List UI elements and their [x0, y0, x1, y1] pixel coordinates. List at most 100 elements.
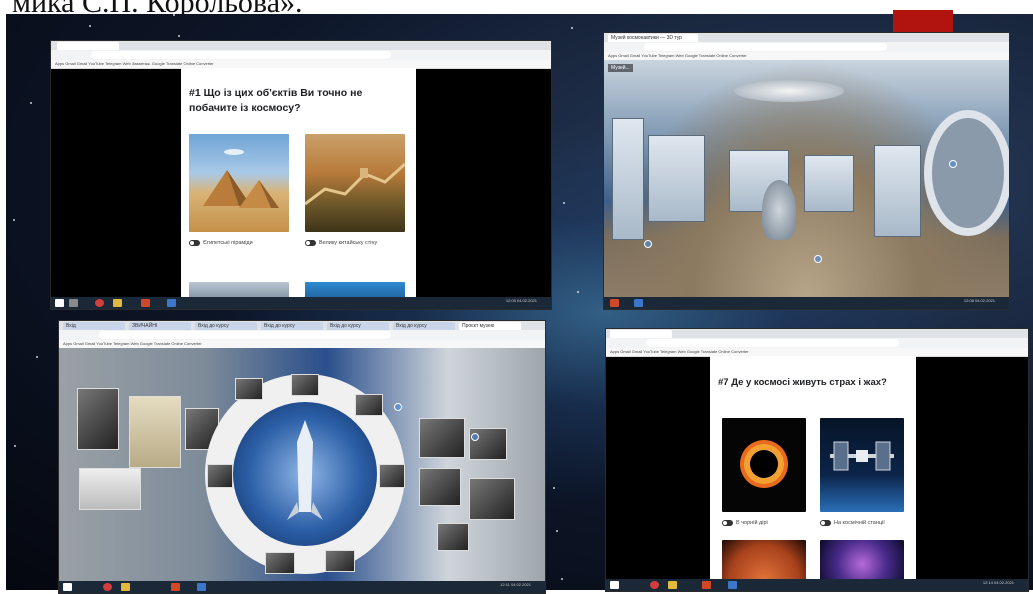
screenshot-quiz-1: Apps Gmail Gmail YouTube Telegram Web За… — [50, 40, 552, 310]
option-toggle-2[interactable] — [820, 520, 831, 526]
option-image-3[interactable] — [189, 282, 289, 297]
exhibit-photo — [291, 374, 319, 396]
ceiling-lamp — [734, 80, 844, 102]
option-label-2: На космічній станції — [834, 520, 885, 526]
app-icon[interactable] — [634, 299, 643, 307]
star — [571, 27, 573, 29]
powerpoint-icon[interactable] — [610, 299, 619, 307]
folder-icon[interactable] — [668, 581, 677, 589]
exhibit-photo — [325, 550, 355, 572]
option-label-2: Велику китайську стіну — [319, 240, 378, 246]
browser-tabs: Музей космонавтики — 3D тур — [604, 33, 1009, 42]
address-bar[interactable] — [91, 51, 391, 59]
folder-icon[interactable] — [113, 299, 122, 307]
browser-tab[interactable]: Вхід до курсу — [195, 322, 257, 330]
star — [13, 219, 15, 221]
museum-hall-panorama[interactable]: Музей... — [604, 60, 1009, 297]
screenshot-museum-tour: Музей космонавтики — 3D тур Apps Gmail G… — [603, 32, 1010, 310]
powerpoint-icon[interactable] — [702, 581, 711, 589]
hotspot-icon[interactable] — [949, 160, 957, 168]
browser-tabs: Вхід ЗВИЧАЙНІ Вхід до курсу Вхід до курсу Вх… — [59, 321, 545, 330]
exhibit-document — [129, 396, 181, 468]
start-icon[interactable] — [55, 299, 64, 307]
pyramids-icon — [203, 149, 279, 208]
black-hole-icon — [740, 440, 788, 488]
space-station-icon — [830, 441, 894, 471]
windows-taskbar: 12:11 04.02.2021 — [59, 581, 545, 593]
exhibit-photo — [419, 418, 465, 458]
browser-tab[interactable] — [57, 42, 119, 50]
quiz-card: #7 Де у космосі живуть страх і жах? В чо… — [710, 356, 916, 579]
browser-tab[interactable]: Проєкт музею — [459, 322, 521, 330]
exhibit-photo — [419, 468, 461, 506]
browser-tab[interactable] — [610, 330, 672, 338]
windows-taskbar: 12:14 04.02.2021 — [606, 579, 1028, 591]
star — [563, 202, 565, 204]
app-icon[interactable] — [167, 299, 176, 307]
address-bar-row — [604, 42, 1009, 52]
windows-taskbar: 12:08 04.02.2021 — [604, 297, 1009, 309]
capsule-exhibit — [762, 180, 796, 240]
browser-tab[interactable]: Вхід — [63, 322, 125, 330]
address-bar[interactable] — [644, 43, 887, 51]
hotspot-icon[interactable] — [471, 433, 479, 441]
hotspot-icon[interactable] — [644, 240, 652, 248]
star — [556, 530, 558, 532]
clock: 12:11 04.02.2021 — [500, 582, 531, 587]
earth-orbit-panel — [233, 402, 377, 546]
browser-tab[interactable]: Музей космонавтики — 3D тур — [608, 34, 698, 42]
app-icon[interactable] — [728, 581, 737, 589]
star — [577, 291, 579, 293]
space-station-image[interactable] — [820, 418, 904, 512]
address-bar-row — [606, 338, 1028, 348]
address-bar[interactable] — [99, 331, 391, 339]
browser-tabs — [606, 329, 1028, 338]
exhibit-photo — [77, 388, 119, 450]
browser-tab[interactable]: Вхід до курсу — [327, 322, 389, 330]
exhibit-photo — [265, 552, 295, 574]
star — [173, 14, 175, 16]
star — [30, 102, 32, 104]
address-bar-row — [59, 330, 545, 340]
great-wall-image[interactable] — [304, 134, 407, 232]
round-exhibit-frame — [205, 374, 405, 574]
quiz-question: #7 Де у космосі живуть страх і жах? — [718, 377, 887, 388]
option-label-1: В чорній дірі — [736, 520, 768, 526]
exhibit-photo — [437, 523, 469, 551]
display-case — [648, 135, 705, 222]
browser-tab[interactable]: Вхід до курсу — [261, 322, 323, 330]
exhibit-photo — [469, 478, 515, 520]
exhibit-photo — [355, 394, 383, 416]
exhibit-document — [79, 468, 141, 510]
black-hole-image[interactable] — [722, 418, 806, 512]
tour-title-overlay: Музей... — [608, 64, 633, 72]
chrome-icon[interactable] — [95, 299, 104, 307]
option-label-1: Єгипетські піраміди — [203, 240, 253, 246]
exhibit-wall[interactable] — [59, 348, 545, 581]
browser-tabs — [51, 41, 551, 50]
browser-tab[interactable]: Вхід до курсу — [393, 322, 455, 330]
exhibit-photo — [379, 464, 405, 488]
search-icon[interactable] — [69, 299, 78, 307]
option-toggle-2[interactable] — [305, 240, 316, 246]
pyramids-image[interactable] — [189, 134, 289, 232]
star — [561, 578, 563, 580]
option-toggle-1[interactable] — [722, 520, 733, 526]
option-image-4[interactable] — [305, 282, 405, 297]
clock: 12:14 04.02.2021 — [982, 580, 1014, 585]
display-case — [804, 155, 854, 212]
hotspot-icon[interactable] — [814, 255, 822, 263]
browser-tab[interactable]: ЗВИЧАЙНІ — [129, 322, 191, 330]
nebula-image[interactable] — [820, 540, 904, 579]
chrome-icon[interactable] — [650, 581, 659, 589]
powerpoint-icon[interactable] — [141, 299, 150, 307]
start-icon[interactable] — [610, 581, 619, 589]
address-bar[interactable] — [646, 339, 900, 347]
exhibit-photo — [235, 378, 263, 400]
option-toggle-1[interactable] — [189, 240, 200, 246]
hotspot-icon[interactable] — [394, 403, 402, 411]
mars-image[interactable] — [722, 540, 806, 579]
quiz-card: #1 Що із цих об'єктів Ви точно не побачи… — [181, 68, 416, 297]
windows-taskbar: 12:05 04.02.2021 — [51, 297, 551, 309]
round-display — [924, 110, 1009, 236]
